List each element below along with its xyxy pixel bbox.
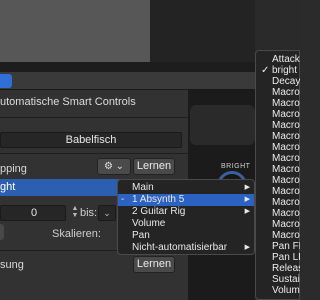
scale-popup-button[interactable]: [0, 224, 4, 240]
parameter-menu-item[interactable]: Volume: [256, 285, 300, 297]
parameter-menu-item-label: Volume: [272, 285, 300, 296]
control-housing: [190, 105, 255, 145]
range-max-stepper[interactable]: ⌄: [98, 205, 116, 221]
menu-item-label: Main: [132, 182, 154, 193]
divider: [0, 153, 188, 154]
knob-label: BRIGHT: [221, 163, 251, 170]
submenu-arrow-icon: ▶: [244, 244, 250, 251]
menu-item-absynth[interactable]: - 1 Absynth 5 ▶: [118, 194, 254, 206]
menu-item-volume[interactable]: Volume: [118, 218, 254, 230]
mixed-state-icon: -: [121, 194, 125, 205]
selected-mapping-row[interactable]: ght: [0, 179, 120, 196]
background-region-right: [255, 0, 300, 52]
range-min-field[interactable]: 0: [0, 205, 66, 221]
menu-item-label: 1 Absynth 5: [132, 194, 185, 205]
mapping-menu: Main ▶ - 1 Absynth 5 ▶ 2 Guitar Rig ▶ Vo…: [117, 179, 255, 255]
menu-item-non-automatable[interactable]: Nicht-automatisierbar ▶: [118, 242, 254, 254]
selected-mapping-label: ght: [0, 181, 16, 193]
panel-toggle-button[interactable]: [0, 74, 12, 88]
submenu-arrow-icon: ▶: [244, 184, 250, 191]
menu-item-pan[interactable]: Pan: [118, 230, 254, 242]
scale-label: Skalieren:: [52, 228, 101, 240]
bottom-section-label: sung: [0, 259, 24, 271]
submenu-arrow-icon: ▶: [244, 208, 250, 215]
menu-item-label: Volume: [132, 218, 166, 229]
patch-name-field[interactable]: Babelfisch: [0, 132, 182, 148]
window-toolbar: [0, 62, 255, 72]
menu-item-label: Nicht-automatisierbar: [132, 242, 228, 253]
learn-button[interactable]: Lernen: [133, 158, 175, 175]
mapping-label: pping: [0, 163, 27, 175]
learn-button-2[interactable]: Lernen: [133, 256, 175, 273]
inspector-title: utomatische Smart Controls: [0, 96, 136, 108]
menu-item-guitar-rig[interactable]: 2 Guitar Rig ▶: [118, 206, 254, 218]
submenu-arrow-icon: ▶: [244, 196, 250, 203]
background-region-dark: [150, 0, 255, 62]
menu-item-label: 2 Guitar Rig: [132, 206, 186, 217]
parameter-submenu: Attack ✓ bright Decay Macro Macro Macro Macro Ma…: [255, 50, 300, 300]
range-min-value: 0: [31, 207, 38, 219]
range-min-stepper[interactable]: ▲ ▼: [70, 205, 80, 221]
background-region: [0, 0, 150, 62]
gear-menu-button[interactable]: ⚙︎ ⌄: [97, 158, 131, 175]
range-to-label: bis:: [80, 207, 98, 219]
menu-item-main[interactable]: Main ▶: [118, 182, 254, 194]
divider: [0, 117, 188, 118]
menu-item-label: Pan: [132, 230, 150, 241]
